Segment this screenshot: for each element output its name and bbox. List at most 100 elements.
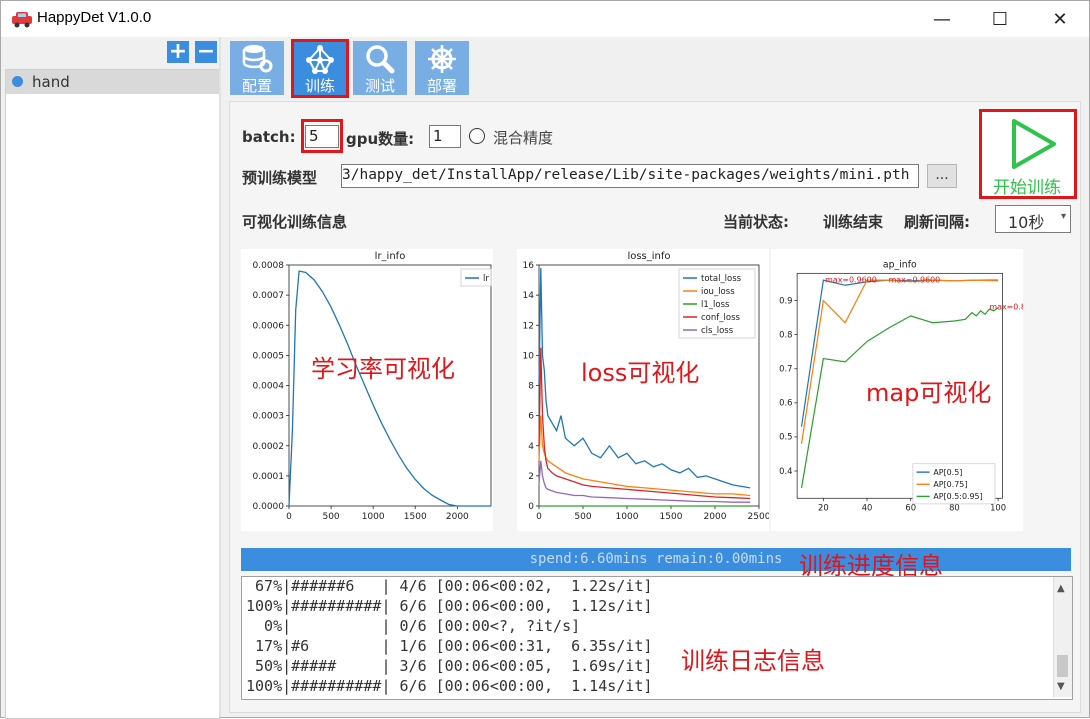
log-line: 0%| | 0/6 [00:00<?, ?it/s] (246, 617, 581, 635)
project-item-label: hand (32, 73, 70, 91)
log-line: 67%|######6 | 4/6 [00:06<00:02, 1.22s/it… (246, 577, 653, 595)
y-tick-label: 0.8 (779, 329, 792, 339)
refresh-interval-label: 刷新间隔: (904, 213, 970, 231)
max-annotation: max=0.9600 (825, 276, 877, 285)
chart-title: ap_info (883, 260, 917, 271)
y-tick-label: 0.0002 (253, 442, 285, 452)
log-line: 100%|##########| 6/6 [00:06<00:00, 1.14s… (246, 677, 653, 695)
project-dot-icon (12, 76, 23, 87)
mixed-precision-radio[interactable] (469, 128, 485, 144)
status-label: 当前状态: (723, 213, 789, 231)
project-panel: + − hand (1, 37, 220, 719)
x-tick-label: 1500 (660, 512, 683, 522)
y-tick-label: 8 (528, 382, 534, 392)
add-project-button[interactable]: + (167, 41, 189, 63)
tab-test[interactable]: 测试 (353, 41, 407, 95)
x-tick-label: 500 (574, 512, 591, 522)
x-tick-label: 20 (818, 502, 829, 512)
scroll-up-icon[interactable]: ▲ (1057, 583, 1065, 594)
training-log[interactable]: 67%|######6 | 4/6 [00:06<00:02, 1.22s/it… (241, 576, 1073, 700)
minimize-button[interactable]: — (919, 1, 965, 37)
tab-test-label: 测试 (364, 77, 395, 95)
maximize-button[interactable]: ☐ (977, 1, 1023, 37)
car-icon (12, 12, 32, 28)
y-tick-label: 2 (528, 472, 534, 482)
annotation-loss: loss可视化 (581, 359, 700, 387)
loss-chart: loss_info 0 500 1000 1500 2000 2500 0 2 4 6 8 10 12 14… (517, 249, 769, 531)
browse-button[interactable]: ... (927, 164, 957, 188)
annotation-map: map可视化 (866, 379, 992, 407)
refresh-interval-select[interactable]: 10秒 ▾ (995, 205, 1071, 233)
y-tick-label: 0.0008 (253, 261, 285, 271)
y-tick-label: 0.0005 (253, 351, 285, 361)
y-tick-label: 0.4 (779, 466, 792, 476)
max-annotation: max=0.9600 (889, 276, 941, 285)
close-button[interactable]: ✕ (1037, 1, 1083, 37)
tab-config[interactable]: 配置 (230, 41, 284, 95)
tab-deploy-label: 部署 (426, 77, 457, 95)
y-tick-label: 0.0004 (253, 382, 285, 392)
y-tick-label: 0.0003 (253, 412, 285, 422)
highlight-box-train-tab (291, 39, 349, 98)
chart-title: loss_info (627, 251, 670, 262)
y-tick-label: 0.0001 (253, 472, 285, 482)
max-annotation: max=0.8790 (989, 303, 1023, 312)
panel-separator[interactable] (219, 37, 221, 717)
remove-project-button[interactable]: − (195, 41, 217, 63)
legend-label: total_loss (701, 274, 742, 284)
highlight-box-start (979, 109, 1077, 199)
annotation-log: 训练日志信息 (681, 647, 825, 675)
legend-label: lr (483, 274, 489, 284)
legend-label: AP[0.5] (933, 468, 962, 477)
y-tick-label: 14 (523, 291, 535, 301)
x-tick-label: 500 (322, 512, 339, 522)
y-tick-label: 0.7 (779, 364, 792, 374)
app-window: HappyDet V1.0.0 — ☐ ✕ + − hand 配置 训练 测试 … (0, 0, 1090, 719)
legend-label: conf_loss (701, 313, 740, 323)
legend-label: iou_loss (701, 287, 735, 297)
chevron-down-icon: ▾ (1060, 211, 1066, 222)
lr-chart: lr_info 0 500 1000 1500 2000 0.0000 0.0001 0.000… (241, 249, 493, 531)
x-tick-label: 40 (862, 502, 873, 512)
y-tick-label: 0.5 (779, 432, 792, 442)
y-tick-label: 0 (528, 502, 534, 512)
project-item-hand[interactable]: hand (6, 70, 219, 94)
window-title: HappyDet V1.0.0 (37, 9, 152, 26)
pretrained-model-label: 预训练模型 (242, 169, 318, 187)
y-tick-label: 6 (528, 412, 534, 422)
highlight-box-batch (301, 119, 343, 153)
tab-deploy[interactable]: 部署 (415, 41, 469, 95)
y-tick-label: 4 (528, 442, 534, 452)
gpu-count-label: gpu数量: (346, 130, 415, 148)
scroll-down-icon[interactable]: ▼ (1057, 681, 1065, 692)
x-tick-label: 1000 (362, 512, 385, 522)
ship-wheel-icon (428, 45, 456, 73)
log-line: 50%|##### | 3/6 [00:06<00:05, 1.69s/it] (246, 657, 653, 675)
x-tick-label: 2000 (446, 512, 469, 522)
database-gear-icon (242, 45, 273, 73)
progress-text: spend:6.60mins remain:0.00mins (529, 551, 783, 567)
y-tick-label: 12 (523, 321, 534, 331)
x-tick-label: 1000 (616, 512, 639, 522)
legend-label: l1_loss (701, 300, 730, 310)
annotation-lr: 学习率可视化 (311, 355, 455, 383)
pretrained-model-input[interactable]: 3/happy_det/InstallApp/release/Lib/site-… (341, 164, 919, 188)
x-tick-label: 0 (536, 512, 542, 522)
chart-title: lr_info (375, 251, 406, 262)
legend-label: cls_loss (701, 326, 734, 336)
log-scrollbar[interactable]: ▲ ▼ (1053, 577, 1072, 697)
log-line: 17%|#6 | 1/6 [00:06<00:31, 6.35s/it] (246, 637, 653, 655)
training-progress-bar: spend:6.60mins remain:0.00mins (241, 548, 1071, 571)
magnifier-icon (366, 45, 395, 74)
visual-info-heading: 可视化训练信息 (242, 213, 348, 231)
gpu-count-input[interactable]: 1 (429, 125, 461, 148)
y-tick-label: 0.0006 (253, 321, 285, 331)
x-tick-label: 2500 (748, 512, 769, 522)
title-bar: HappyDet V1.0.0 — ☐ ✕ (1, 1, 1089, 37)
mixed-precision-label: 混合精度 (493, 129, 554, 147)
scroll-thumb[interactable] (1057, 655, 1068, 677)
x-tick-label: 2000 (704, 512, 727, 522)
status-value: 训练结束 (823, 213, 884, 231)
log-line: 100%|##########| 6/6 [00:06<00:00, 1.12s… (246, 597, 653, 615)
y-tick-label: 0.0000 (253, 502, 285, 512)
